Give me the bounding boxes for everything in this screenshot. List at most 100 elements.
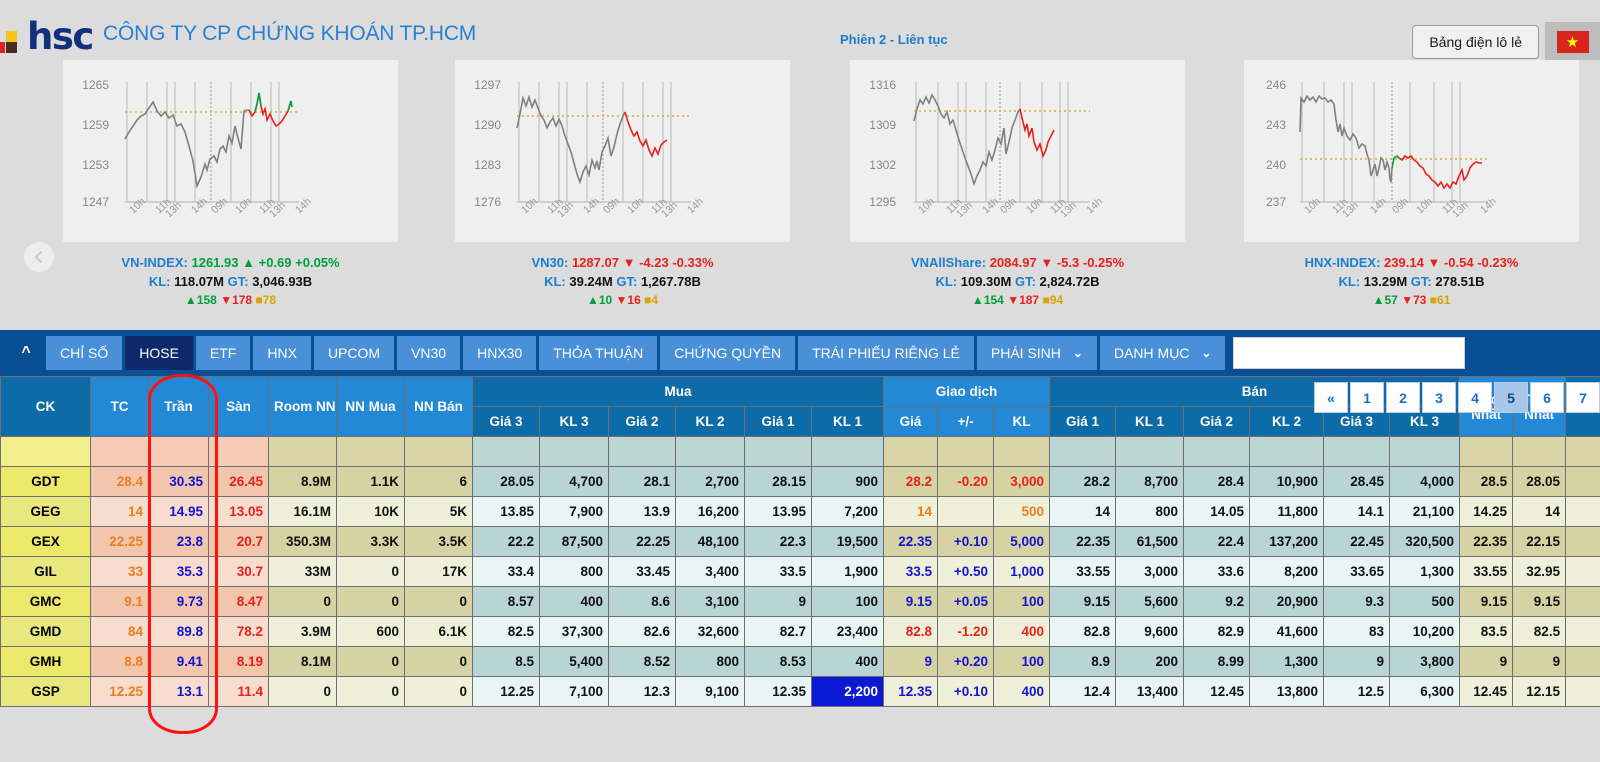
filter-mua-kl2[interactable] [675,436,745,467]
col-ck[interactable]: CK [0,376,91,437]
page-button-4[interactable]: 4 [1458,382,1492,413]
vietnam-flag-icon[interactable]: ★ [1545,22,1600,62]
tab-chung-quyen[interactable]: CHỨNG QUYỀN [660,336,796,370]
page-button-5[interactable]: 5 [1494,382,1528,413]
table-row[interactable]: GDT 28.4 30.35 26.45 8.9M 1.1K 6 28.05 4,700 28.1… [0,466,1600,497]
table-row[interactable]: GIL 33 35.3 30.7 33M 0 17K 33.4 800 33.45 3,400 33.… [0,556,1600,587]
col-gd-pm[interactable]: +/- [937,406,995,437]
group-giao-dich: Giao dịch [883,376,1051,407]
col-ban-gia1[interactable]: Giá 1 [1049,406,1117,437]
col-nn-ban[interactable]: NN Bán [404,376,473,437]
filter-mua-kl1[interactable] [810,436,885,467]
filter-gd-kl[interactable] [993,436,1051,467]
stock-symbol[interactable]: GMH [0,646,91,677]
filter-thap-nhat[interactable] [1512,436,1567,467]
cell-cao-nhat: 14.25 [1459,496,1514,527]
tab-trai-phieu-rieng-le[interactable]: TRÁI PHIẾU RIÊNG LẺ [798,336,974,370]
stock-symbol[interactable]: GMC [0,586,91,617]
filter-mua-kl3[interactable] [539,436,609,467]
filter-ban-gia2[interactable] [1183,436,1251,467]
page-button-3[interactable]: 3 [1422,382,1456,413]
tab-chi-so[interactable]: CHỈ SỐ [46,336,123,370]
filter-tran[interactable] [148,436,209,467]
filter-ban-gia1[interactable] [1049,436,1117,467]
index-panel-hnxindex[interactable]: 246 243 240 237 10h 11h 13h 14h 09h 10h … [1244,60,1579,310]
stock-symbol[interactable]: GDT [0,466,91,497]
col-mua-kl1[interactable]: KL 1 [810,406,885,437]
index-panel-vnallshare[interactable]: 1316 1309 1302 1295 10h 11h 13h 14h 09h … [850,60,1185,310]
page-prev-button[interactable]: « [1314,382,1348,413]
tab-vn30[interactable]: VN30 [397,336,461,370]
col-ban-gia2[interactable]: Giá 2 [1183,406,1251,437]
filter-mua-gia2[interactable] [608,436,676,467]
col-ban-kl1[interactable]: KL 1 [1115,406,1185,437]
tab-hnx[interactable]: HNX [253,336,311,370]
stock-symbol[interactable]: GMD [0,616,91,647]
col-san[interactable]: Sàn [208,376,269,437]
col-gd-gia[interactable]: Giá [883,406,939,437]
cell-ban-kl3: 6,300 [1389,676,1461,707]
table-row[interactable]: GMC 9.1 9.73 8.47 0 0 0 8.57 400 8.6 3,100 9 100 9.15… [0,586,1600,617]
col-nn-mua[interactable]: NN Mua [336,376,405,437]
page-button-7[interactable]: 7 [1566,382,1600,413]
cell-tc: 84 [90,616,149,647]
filter-gd-gia[interactable] [883,436,939,467]
filter-ban-gia3[interactable] [1323,436,1391,467]
filter-tc[interactable] [90,436,149,467]
col-mua-kl2[interactable]: KL 2 [675,406,745,437]
col-gd-kl[interactable]: KL [993,406,1051,437]
page-button-6[interactable]: 6 [1530,382,1564,413]
table-row[interactable]: GEG 14 14.95 13.05 16.1M 10K 5K 13.85 7,900 13.9 1… [0,496,1600,527]
col-tc[interactable]: TC [90,376,149,437]
filter-nn-ban[interactable] [404,436,473,467]
search-box[interactable] [1233,337,1466,369]
filter-cao-nhat[interactable] [1459,436,1514,467]
tab-hose[interactable]: HOSE [125,336,193,370]
cell-ban-kl3: 4,000 [1389,466,1461,497]
col-mua-gia1[interactable]: Giá 1 [744,406,812,437]
tab-danh-muc[interactable]: DANH MỤC ⌄ [1099,336,1226,370]
page-button-1[interactable]: 1 [1350,382,1384,413]
tab-upcom[interactable]: UPCOM [313,336,395,370]
col-tran[interactable]: Trần [148,376,209,437]
carousel-prev-icon[interactable] [24,242,54,272]
cell-nn-ban: 0 [404,676,473,707]
tab-phai-sinh[interactable]: PHÁI SINH ⌄ [976,336,1097,370]
filter-mua-gia1[interactable] [744,436,812,467]
col-mua-gia2[interactable]: Giá 2 [608,406,676,437]
col-room-nn[interactable]: Room NN [268,376,337,437]
index-panel-vnindex[interactable]: 1265 1259 1253 1247 10h 11h 13h 14h 09h … [63,60,398,310]
filter-mua-gia3[interactable] [472,436,540,467]
table-row[interactable]: GEX 22.25 23.8 20.7 350.3M 3.3K 3.5K 22.2 87,500… [0,526,1600,557]
stock-symbol[interactable]: GEX [0,526,91,557]
cell-ban-kl2: 41,600 [1249,616,1325,647]
filter-ban-kl1[interactable] [1115,436,1185,467]
filter-row[interactable] [0,436,1600,467]
col-mua-gia3[interactable]: Giá 3 [472,406,540,437]
stock-symbol[interactable]: GSP [0,676,91,707]
cell-ban-kl1: 61,500 [1115,526,1185,557]
col-mua-kl3[interactable]: KL 3 [539,406,609,437]
filter-extra[interactable] [1565,436,1600,467]
filter-san[interactable] [208,436,269,467]
odd-lot-board-button[interactable]: Bảng điện lô lẻ [1412,25,1539,59]
tab-etf[interactable]: ETF [195,336,251,370]
tab-thoa-thuan[interactable]: THỎA THUẬN [539,336,658,370]
stock-symbol[interactable]: GEG [0,496,91,527]
chevron-up-icon[interactable]: ^ [6,345,46,361]
stock-symbol[interactable]: GIL [0,556,91,587]
table-row[interactable]: GMH 8.8 9.41 8.19 8.1M 0 0 8.5 5,400 8.52 800 8.53 4… [0,646,1600,677]
filter-ban-kl2[interactable] [1249,436,1325,467]
table-row[interactable]: GMD 84 89.8 78.2 3.9M 600 6.1K 82.5 37,300 82.6 32… [0,616,1600,647]
filter-ban-kl3[interactable] [1389,436,1461,467]
tab-hnx30[interactable]: HNX30 [463,336,537,370]
filter-room-nn[interactable] [268,436,337,467]
filter-ck[interactable] [0,436,91,467]
filter-gd-pm[interactable] [937,436,995,467]
page-button-2[interactable]: 2 [1386,382,1420,413]
filter-nn-mua[interactable] [336,436,405,467]
index-panel-vn30[interactable]: 1297 1290 1283 1276 10h 11h 13h 14h 09h … [455,60,790,310]
tab-label: HOSE [139,345,179,361]
table-row[interactable]: GSP 12.25 13.1 11.4 0 0 0 12.25 7,100 12.3 9,100 12… [0,676,1600,707]
search-input[interactable] [1234,338,1465,368]
